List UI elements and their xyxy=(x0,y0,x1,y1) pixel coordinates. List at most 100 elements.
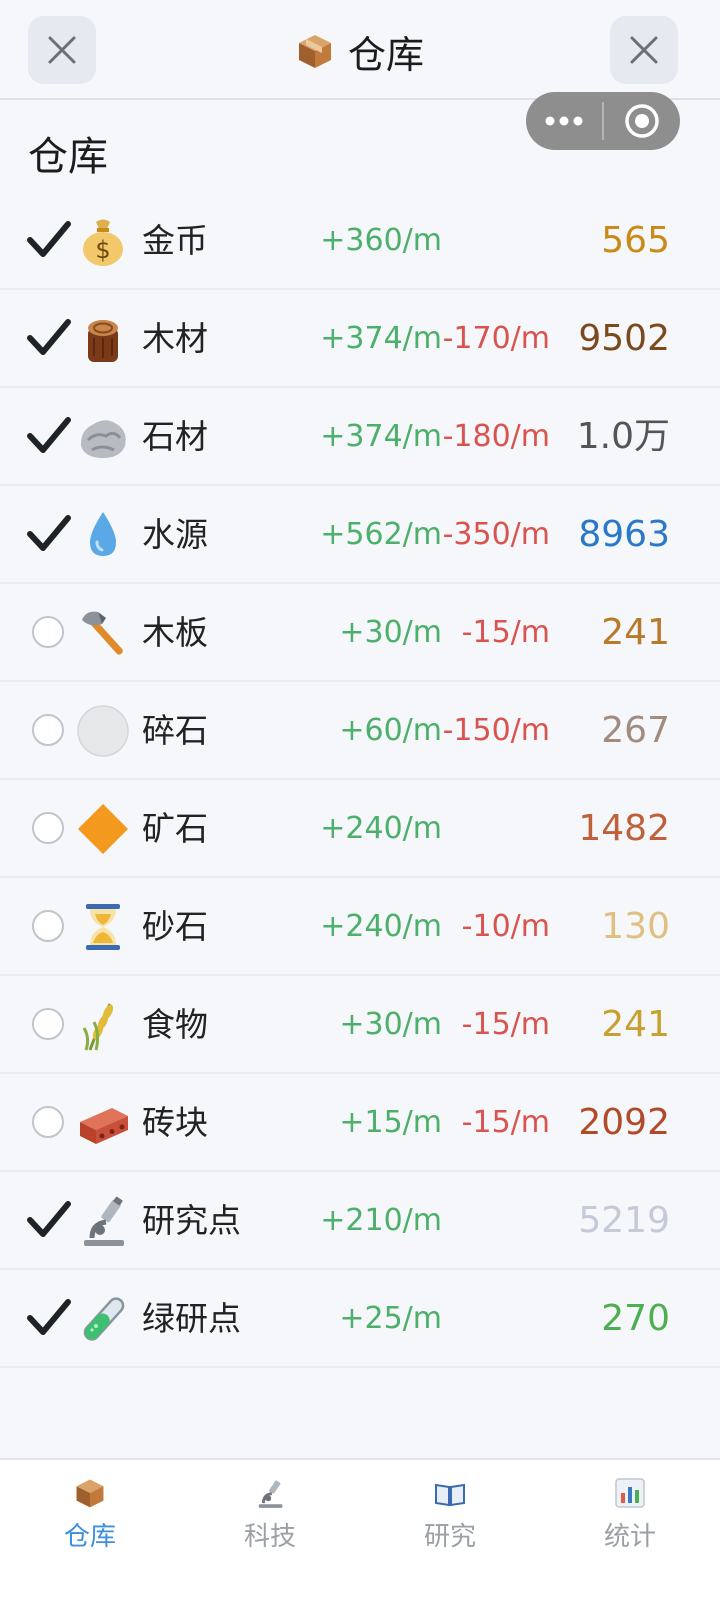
checkmark-icon[interactable] xyxy=(26,1196,72,1242)
production-rate: +60/m xyxy=(339,713,442,748)
production-rate: +240/m xyxy=(320,909,442,944)
production-rate: +15/m xyxy=(339,1105,442,1140)
resource-row[interactable]: 木材 +374/m -170/m 9502 xyxy=(0,290,720,388)
unchecked-radio[interactable] xyxy=(32,910,64,942)
page: 仓库 仓库 $ 金币 +360/m 565 木材 +374/m -170/m 9502 石材 +3… xyxy=(0,0,720,1600)
resource-name: 水源 xyxy=(142,515,208,554)
resource-name: 研究点 xyxy=(142,1201,241,1240)
rock-icon xyxy=(76,410,130,464)
resource-row[interactable]: 研究点 +210/m 5219 xyxy=(0,1172,720,1270)
consumption-rate: -15/m xyxy=(461,615,550,650)
mini-program-capsule xyxy=(526,92,680,150)
unchecked-radio[interactable] xyxy=(32,616,64,648)
microscope-icon xyxy=(253,1476,287,1510)
resource-row[interactable]: 水源 +562/m -350/m 8963 xyxy=(0,486,720,584)
close-icon xyxy=(630,36,658,64)
unchecked-radio[interactable] xyxy=(32,812,64,844)
resource-amount: 1.0万 xyxy=(576,416,670,457)
page-title: 仓库 xyxy=(347,32,424,77)
production-rate: +30/m xyxy=(339,615,442,650)
water-drop-icon xyxy=(76,508,130,562)
production-rate: +30/m xyxy=(339,1007,442,1042)
resource-name: 木板 xyxy=(142,613,208,652)
resource-row[interactable]: 绿研点 +25/m 270 xyxy=(0,1270,720,1368)
money-bag-icon: $ xyxy=(76,214,130,268)
box-icon xyxy=(73,1476,107,1510)
resource-row[interactable]: 石材 +374/m -180/m 1.0万 xyxy=(0,388,720,486)
resource-amount: 241 xyxy=(601,1004,670,1045)
production-rate: +360/m xyxy=(320,223,442,258)
consumption-rate: -180/m xyxy=(442,419,550,454)
checkmark-icon[interactable] xyxy=(26,1294,72,1340)
wheat-icon xyxy=(76,998,130,1052)
resource-amount: 8963 xyxy=(578,514,670,555)
orange-diamond-icon xyxy=(76,802,130,856)
production-rate: +374/m xyxy=(320,419,442,454)
microscope-icon xyxy=(76,1194,130,1248)
brick-icon xyxy=(76,1096,130,1150)
section-title: 仓库 xyxy=(28,134,108,180)
consumption-rate: -150/m xyxy=(442,713,550,748)
production-rate: +210/m xyxy=(320,1203,442,1238)
resource-amount: 267 xyxy=(601,710,670,751)
nav-tab[interactable]: 研究 xyxy=(360,1460,540,1600)
resource-row[interactable]: 矿石 +240/m 1482 xyxy=(0,780,720,878)
resource-name: 绿研点 xyxy=(142,1299,241,1338)
more-dots-icon xyxy=(545,116,583,126)
resource-name: 矿石 xyxy=(142,809,208,848)
test-tube-icon xyxy=(76,1292,130,1346)
close-button-right[interactable] xyxy=(610,16,678,84)
checkmark-icon[interactable] xyxy=(26,216,72,262)
resource-name: 砖块 xyxy=(142,1103,208,1142)
bottom-nav: 仓库 科技 研究 统计 xyxy=(0,1458,720,1600)
resource-amount: 2092 xyxy=(578,1102,670,1143)
book-icon xyxy=(433,1476,467,1510)
resource-amount: 270 xyxy=(601,1298,670,1339)
checkmark-icon[interactable] xyxy=(26,314,72,360)
checkmark-icon[interactable] xyxy=(26,510,72,556)
nav-tab[interactable]: 科技 xyxy=(180,1460,360,1600)
unchecked-radio[interactable] xyxy=(32,1106,64,1138)
white-circle-icon xyxy=(76,704,130,758)
exit-button[interactable] xyxy=(604,92,680,150)
resource-row[interactable]: $ 金币 +360/m 565 xyxy=(0,192,720,290)
resource-row[interactable]: 木板 +30/m -15/m 241 xyxy=(0,584,720,682)
unchecked-radio[interactable] xyxy=(32,1008,64,1040)
resource-name: 砂石 xyxy=(142,907,208,946)
resource-row[interactable]: 砂石 +240/m -10/m 130 xyxy=(0,878,720,976)
production-rate: +25/m xyxy=(339,1301,442,1336)
nav-tab-label: 统计 xyxy=(603,1522,656,1552)
production-rate: +562/m xyxy=(320,517,442,552)
resource-amount: 5219 xyxy=(578,1200,670,1241)
resource-row[interactable]: 碎石 +60/m -150/m 267 xyxy=(0,682,720,780)
nav-tab-label: 仓库 xyxy=(63,1522,116,1552)
resource-amount: 241 xyxy=(601,612,670,653)
resource-name: 金币 xyxy=(142,221,208,260)
resource-amount: 130 xyxy=(601,906,670,947)
consumption-rate: -10/m xyxy=(461,909,550,944)
nav-tab-label: 科技 xyxy=(243,1522,296,1552)
box-icon xyxy=(296,32,334,70)
more-button[interactable] xyxy=(526,92,602,150)
wood-log-icon xyxy=(76,312,130,366)
checkmark-icon[interactable] xyxy=(26,412,72,458)
target-circle-icon xyxy=(625,104,659,138)
resource-name: 碎石 xyxy=(142,711,208,750)
resource-amount: 565 xyxy=(601,220,670,261)
svg-text:$: $ xyxy=(95,236,110,264)
resource-row[interactable]: 砖块 +15/m -15/m 2092 xyxy=(0,1074,720,1172)
unchecked-radio[interactable] xyxy=(32,714,64,746)
resource-row[interactable]: 食物 +30/m -15/m 241 xyxy=(0,976,720,1074)
resource-name: 食物 xyxy=(142,1005,208,1044)
resource-name: 石材 xyxy=(142,417,208,456)
consumption-rate: -170/m xyxy=(442,321,550,356)
nav-tab-label: 研究 xyxy=(423,1522,476,1552)
consumption-rate: -350/m xyxy=(442,517,550,552)
consumption-rate: -15/m xyxy=(461,1105,550,1140)
top-bar: 仓库 xyxy=(0,0,720,100)
nav-tab[interactable]: 统计 xyxy=(540,1460,720,1600)
bar-chart-icon xyxy=(613,1476,647,1510)
nav-tab[interactable]: 仓库 xyxy=(0,1460,180,1600)
resource-list: $ 金币 +360/m 565 木材 +374/m -170/m 9502 石材 +374/m -1… xyxy=(0,192,720,1368)
resource-amount: 1482 xyxy=(578,808,670,849)
